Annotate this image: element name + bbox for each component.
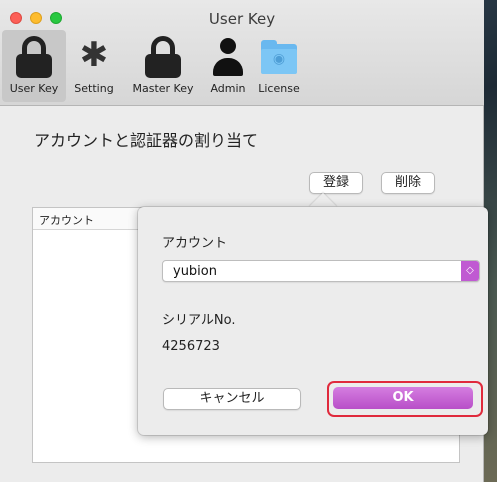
delete-button[interactable]: 削除 xyxy=(381,172,435,194)
toolbar-item-admin[interactable]: Admin xyxy=(204,30,252,102)
register-button[interactable]: 登録 xyxy=(309,172,363,194)
toolbar-label: Setting xyxy=(74,82,114,95)
serial-value: 4256723 xyxy=(162,339,220,354)
account-select[interactable]: yubion ◇ xyxy=(162,260,480,282)
chevron-updown-icon[interactable]: ◇ xyxy=(461,261,479,281)
toolbar-item-setting[interactable]: ✱ Setting xyxy=(66,30,122,102)
column-header-account[interactable]: アカウント xyxy=(39,212,94,228)
serial-field-label: シリアルNo. xyxy=(162,313,236,328)
toolbar-label: User Key xyxy=(9,82,59,95)
toolbar-label: License xyxy=(258,82,300,95)
toolbar-item-user-key[interactable]: User Key xyxy=(2,30,66,102)
account-select-value: yubion xyxy=(173,264,217,279)
toolbar-label: Master Key xyxy=(132,82,194,95)
gear-icon: ✱ xyxy=(79,35,109,75)
folder-icon: ◉ xyxy=(258,34,300,78)
title-bar: User Key User Key ✱ Setting Master Key A… xyxy=(0,0,484,106)
ok-button[interactable]: OK xyxy=(333,387,473,409)
toolbar-label: Admin xyxy=(210,82,246,95)
cancel-button[interactable]: キャンセル xyxy=(163,388,301,410)
person-icon xyxy=(207,34,249,78)
window-title: User Key xyxy=(208,10,276,28)
lock-icon xyxy=(142,34,184,78)
lock-icon xyxy=(13,34,55,78)
account-field-label: アカウント xyxy=(162,236,228,251)
page-title: アカウントと認証器の割り当て xyxy=(34,131,259,150)
toolbar-item-master-key[interactable]: Master Key xyxy=(122,30,204,102)
toolbar-item-license[interactable]: ◉ License xyxy=(252,30,306,102)
